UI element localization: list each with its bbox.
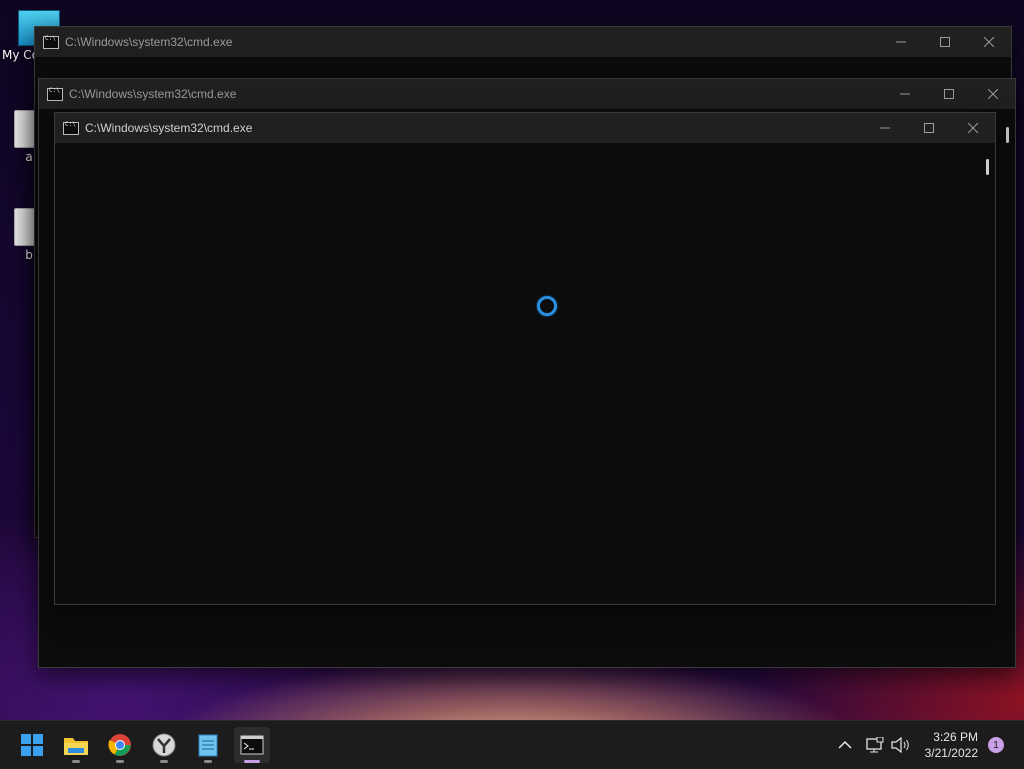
network-icon: [866, 737, 884, 753]
close-icon: [984, 37, 994, 47]
network-button[interactable]: [866, 721, 884, 769]
cmd-icon: [43, 35, 59, 49]
show-hidden-icons-button[interactable]: [838, 721, 852, 769]
app-icon: [152, 733, 176, 757]
maximize-icon: [944, 89, 954, 99]
minimize-icon: [880, 127, 890, 129]
window-title: C:\Windows\system32\cmd.exe: [65, 35, 233, 49]
cmd-icon: [47, 87, 63, 101]
taskbar-cmd[interactable]: [234, 727, 270, 763]
maximize-button[interactable]: [927, 79, 971, 109]
start-icon: [21, 734, 43, 756]
loading-spinner-icon: [537, 296, 557, 316]
clock[interactable]: 3:26 PM 3/21/2022: [925, 729, 978, 761]
running-indicator: [244, 760, 260, 763]
close-button[interactable]: [951, 113, 995, 143]
minimize-button[interactable]: [879, 27, 923, 57]
maximize-icon: [924, 123, 934, 133]
volume-button[interactable]: [891, 721, 911, 769]
chrome-icon: [108, 734, 131, 756]
chevron-up-icon: [838, 740, 852, 749]
scrollbar-thumb[interactable]: [986, 159, 989, 175]
minimize-icon: [896, 41, 906, 43]
scrollbar-thumb[interactable]: [1006, 127, 1009, 143]
notification-badge[interactable]: 1: [988, 737, 1004, 753]
start-button[interactable]: [14, 727, 50, 763]
running-indicator: [116, 760, 124, 763]
taskbar-chrome[interactable]: [102, 727, 138, 763]
notepad-icon: [198, 734, 218, 757]
taskbar-file-explorer[interactable]: [58, 727, 94, 763]
title-bar[interactable]: C:\Windows\system32\cmd.exe: [55, 113, 995, 143]
volume-icon: [891, 737, 909, 753]
title-bar[interactable]: C:\Windows\system32\cmd.exe: [39, 79, 1015, 109]
minimize-icon: [900, 93, 910, 95]
taskbar-notepad[interactable]: [190, 727, 226, 763]
minimize-button[interactable]: [863, 113, 907, 143]
title-bar[interactable]: C:\Windows\system32\cmd.exe: [35, 27, 1011, 57]
taskbar-app[interactable]: [146, 727, 182, 763]
running-indicator: [160, 760, 168, 763]
running-indicator: [72, 760, 80, 763]
minimize-button[interactable]: [883, 79, 927, 109]
maximize-icon: [940, 37, 950, 47]
clock-time: 3:26 PM: [933, 730, 978, 744]
taskbar: 3:26 PM 3/21/2022 1: [0, 720, 1024, 769]
running-indicator: [204, 760, 212, 763]
clock-date: 3/21/2022: [924, 746, 978, 760]
window-title: C:\Windows\system32\cmd.exe: [85, 121, 253, 135]
cmd-window-front[interactable]: C:\Windows\system32\cmd.exe: [54, 112, 996, 605]
window-title: C:\Windows\system32\cmd.exe: [69, 87, 237, 101]
file-explorer-icon: [64, 738, 88, 755]
close-icon: [988, 89, 998, 99]
close-button[interactable]: [971, 79, 1015, 109]
close-button[interactable]: [967, 27, 1011, 57]
maximize-button[interactable]: [923, 27, 967, 57]
close-icon: [968, 123, 978, 133]
maximize-button[interactable]: [907, 113, 951, 143]
cmd-icon: [240, 735, 264, 755]
cmd-icon: [63, 121, 79, 135]
